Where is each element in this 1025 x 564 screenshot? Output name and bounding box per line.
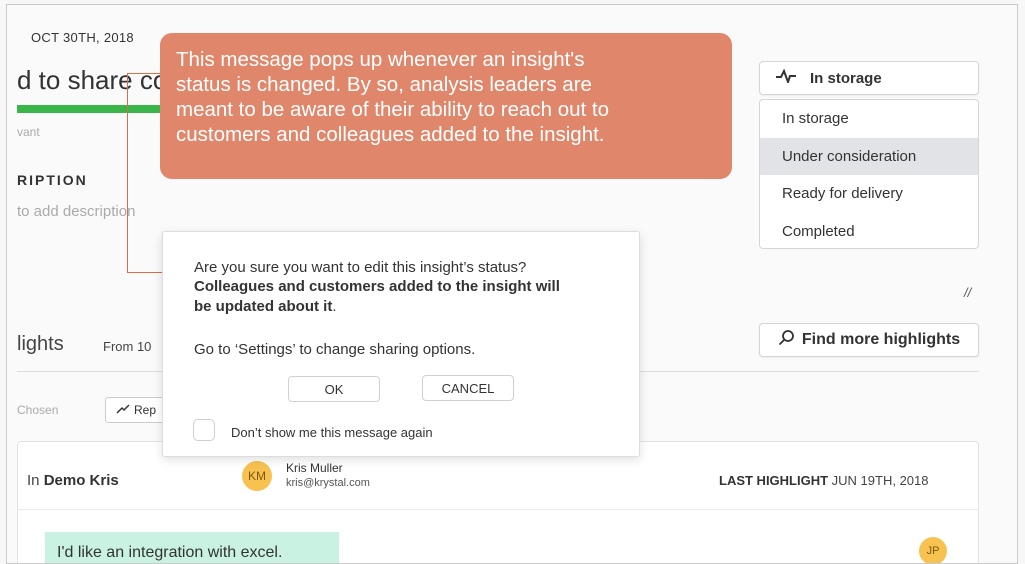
highlights-from-label: From 10 [103, 339, 152, 354]
status-option-completed[interactable]: Completed [760, 213, 978, 249]
trend-icon [116, 403, 130, 417]
ok-button[interactable]: OK [288, 376, 380, 402]
status-selected-label: In storage [810, 69, 882, 87]
last-highlight-label: LAST HIGHLIGHT [719, 473, 829, 488]
chosen-filter-label: Chosen [17, 403, 59, 417]
callout-text: This message pops up whenever an insight… [176, 48, 610, 146]
find-more-highlights-button[interactable]: Find more highlights [759, 323, 979, 357]
find-more-label: Find more highlights [801, 331, 961, 348]
dialog-notice-bold-2: be updated about it [194, 298, 333, 315]
cancel-button[interactable]: CANCEL [422, 375, 514, 401]
project-prefix: In [27, 472, 40, 489]
dialog-notice-line2: be updated about it. [194, 298, 337, 315]
status-dropdown-button[interactable]: In storage [759, 61, 979, 95]
avatar-jp: JP [919, 537, 947, 563]
annotation-callout: This message pops up whenever an insight… [160, 33, 732, 179]
dialog-question: Are you sure you want to edit this insig… [194, 259, 527, 276]
description-label: RIPTION [17, 172, 88, 188]
highlight-quote[interactable]: I'd like an integration with excel. [45, 532, 339, 563]
relevance-label: vant [17, 125, 40, 139]
card-divider [17, 509, 979, 510]
report-button-label: Rep [134, 403, 157, 417]
insight-page: OCT 30TH, 2018 d to share co vant RIPTIO… [6, 4, 1018, 564]
status-option-ready-for-delivery[interactable]: Ready for delivery [760, 175, 978, 213]
dialog-notice: Colleagues and customers added to the in… [194, 278, 560, 295]
status-menu: In storage Under consideration Ready for… [759, 99, 979, 249]
last-highlight-date: JUN 19TH, 2018 [831, 473, 929, 488]
dont-show-again-label: Don’t show me this message again [231, 425, 433, 440]
dialog-notice-period: . [332, 298, 337, 315]
project-name[interactable]: Demo Kris [44, 472, 119, 489]
resize-icon[interactable]: // [964, 285, 971, 300]
activity-pulse-icon [776, 68, 796, 87]
status-option-in-storage[interactable]: In storage [760, 100, 978, 138]
person-name: Kris Muller [286, 461, 343, 475]
person-email: kris@krystal.com [286, 477, 370, 489]
search-icon [778, 329, 796, 352]
avatar: KM [242, 461, 272, 491]
description-input[interactable]: to add description [17, 203, 135, 220]
project-label: In Demo Kris [27, 472, 119, 489]
dont-show-again-checkbox[interactable] [193, 419, 215, 441]
status-option-under-consideration[interactable]: Under consideration [760, 137, 978, 175]
highlights-heading: lights [17, 333, 64, 355]
screen: OCT 30TH, 2018 d to share co vant RIPTIO… [0, 0, 1025, 564]
dialog-settings-hint: Go to ‘Settings’ to change sharing optio… [194, 341, 476, 358]
insight-date: OCT 30TH, 2018 [31, 30, 134, 45]
last-highlight-info: LAST HIGHLIGHT JUN 19TH, 2018 [719, 473, 929, 488]
